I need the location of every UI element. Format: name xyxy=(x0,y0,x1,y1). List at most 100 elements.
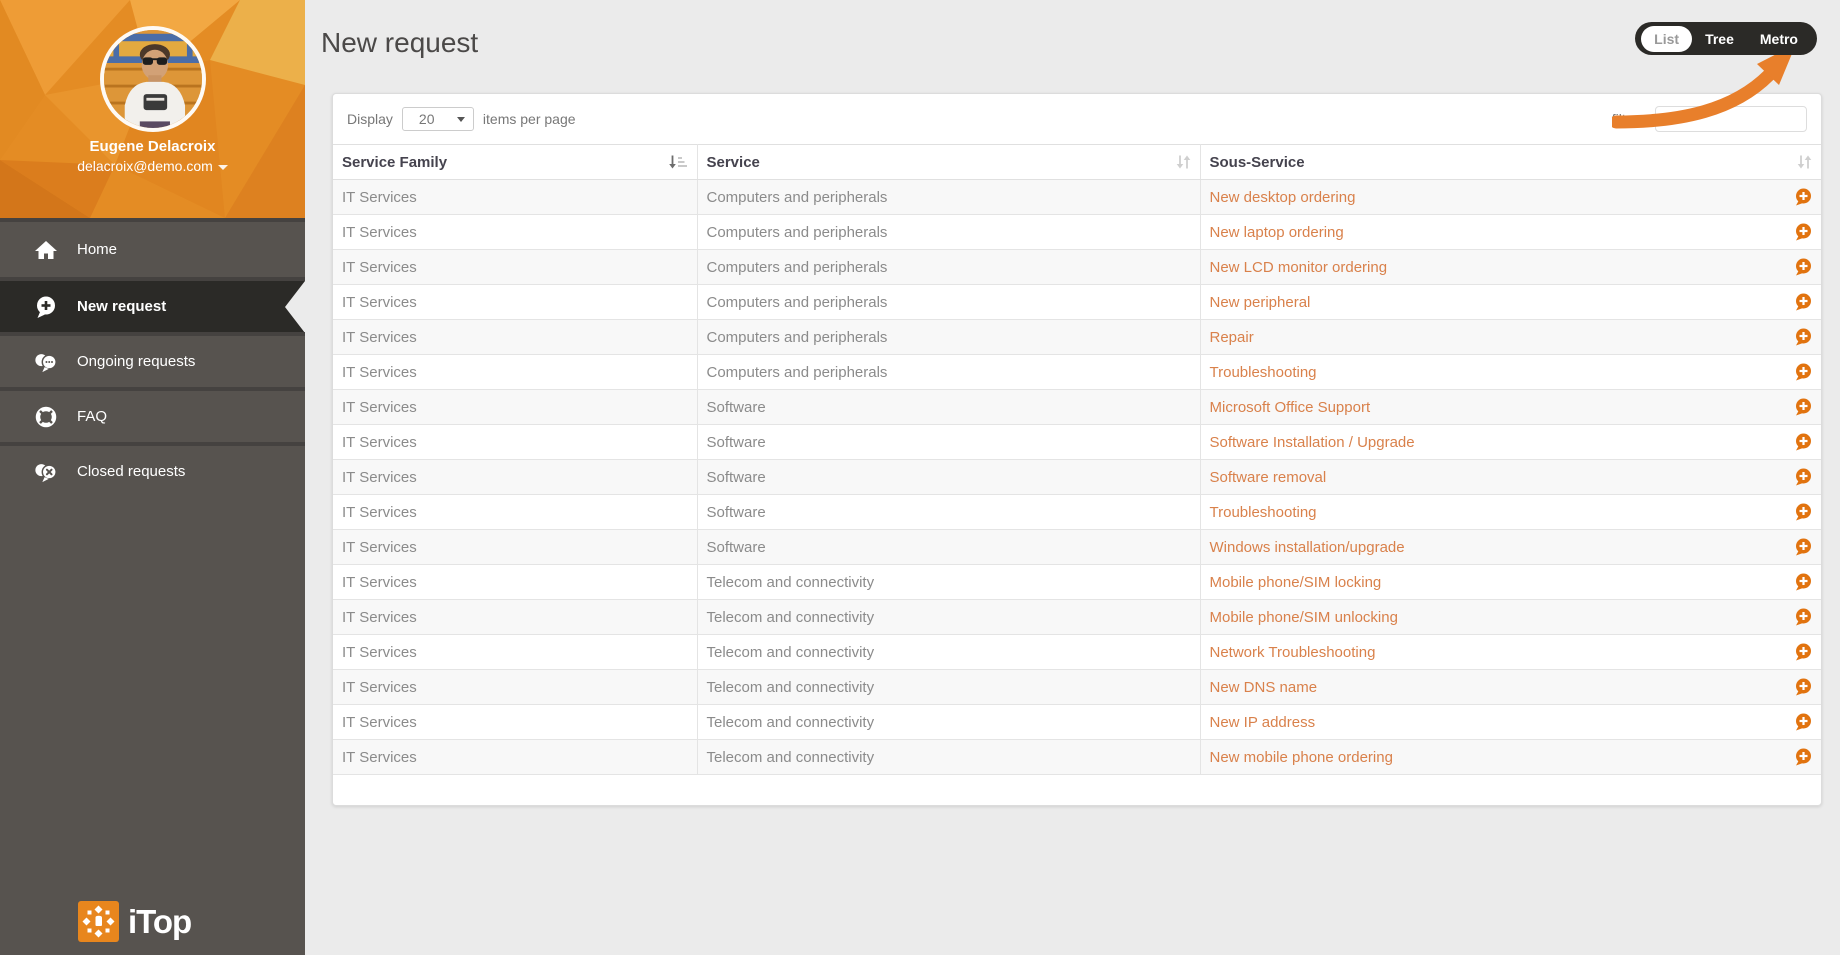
sidebar-item-label: New request xyxy=(77,298,166,315)
cell-service: Computers and peripherals xyxy=(697,355,1200,390)
itop-logo-text: iTop xyxy=(128,903,191,941)
cell-service-family: IT Services xyxy=(333,250,697,285)
ongoing-requests-icon xyxy=(34,350,58,374)
cell-service: Software xyxy=(697,425,1200,460)
cell-service-family: IT Services xyxy=(333,670,697,705)
cell-service-family: IT Services xyxy=(333,565,697,600)
user-name: Eugene Delacroix xyxy=(0,138,305,155)
add-request-icon[interactable] xyxy=(1794,608,1812,626)
cell-sous-service: Troubleshooting xyxy=(1200,355,1821,390)
view-toggle-tree[interactable]: Tree xyxy=(1692,26,1747,52)
cell-sous-service: Software Installation / Upgrade xyxy=(1200,425,1821,460)
cell-sous-service: Software removal xyxy=(1200,460,1821,495)
table-row: IT Services Computers and peripherals Ne… xyxy=(333,250,1821,285)
sous-service-link[interactable]: Software Installation / Upgrade xyxy=(1210,434,1415,451)
sous-service-link[interactable]: New peripheral xyxy=(1210,294,1311,311)
cell-service: Software xyxy=(697,495,1200,530)
filter-input[interactable] xyxy=(1655,106,1807,132)
page-title: New request xyxy=(321,27,478,59)
sidebar-item-faq[interactable]: FAQ xyxy=(0,387,305,442)
cell-sous-service: New LCD monitor ordering xyxy=(1200,250,1821,285)
cell-sous-service: New laptop ordering xyxy=(1200,215,1821,250)
sous-service-link[interactable]: New mobile phone ordering xyxy=(1210,749,1393,766)
table-row: IT Services Computers and peripherals Re… xyxy=(333,320,1821,355)
user-profile: Eugene Delacroix delacroix@demo.com xyxy=(0,0,305,218)
table-row: IT Services Software Microsoft Office Su… xyxy=(333,390,1821,425)
cell-service-family: IT Services xyxy=(333,215,697,250)
cell-service: Software xyxy=(697,530,1200,565)
select-caret-icon xyxy=(457,117,465,122)
sous-service-link[interactable]: New DNS name xyxy=(1210,679,1318,696)
sidebar-item-label: FAQ xyxy=(77,408,107,425)
sidebar-item-home[interactable]: Home xyxy=(0,222,305,277)
add-request-icon[interactable] xyxy=(1794,573,1812,591)
new-request-icon xyxy=(34,295,58,319)
sous-service-link[interactable]: Troubleshooting xyxy=(1210,504,1317,521)
add-request-icon[interactable] xyxy=(1794,223,1812,241)
add-request-icon[interactable] xyxy=(1794,643,1812,661)
sous-service-link[interactable]: Mobile phone/SIM locking xyxy=(1210,574,1382,591)
sous-service-link[interactable]: New laptop ordering xyxy=(1210,224,1344,241)
table-row: IT Services Software Software removal xyxy=(333,460,1821,495)
add-request-icon[interactable] xyxy=(1794,678,1812,696)
column-header-sous-service[interactable]: Sous-Service xyxy=(1200,145,1821,180)
cell-sous-service: Troubleshooting xyxy=(1200,495,1821,530)
sidebar-item-label: Closed requests xyxy=(77,463,185,480)
add-request-icon[interactable] xyxy=(1794,748,1812,766)
cell-service-family: IT Services xyxy=(333,355,697,390)
items-per-page-select[interactable]: 20 xyxy=(402,107,474,131)
column-header-service[interactable]: Service xyxy=(697,145,1200,180)
sidebar-item-new-request[interactable]: New request xyxy=(0,277,305,332)
sous-service-link[interactable]: Windows installation/upgrade xyxy=(1210,539,1405,556)
cell-service-family: IT Services xyxy=(333,530,697,565)
sous-service-link[interactable]: New LCD monitor ordering xyxy=(1210,259,1388,276)
cell-service-family: IT Services xyxy=(333,320,697,355)
table-row: IT Services Telecom and connectivity New… xyxy=(333,705,1821,740)
cell-service-family: IT Services xyxy=(333,740,697,775)
sous-service-link[interactable]: Troubleshooting xyxy=(1210,364,1317,381)
add-request-icon[interactable] xyxy=(1794,293,1812,311)
sous-service-link[interactable]: Mobile phone/SIM unlocking xyxy=(1210,609,1398,626)
column-header-label: Sous-Service xyxy=(1210,154,1305,171)
sous-service-link[interactable]: Software removal xyxy=(1210,469,1327,486)
cell-service: Software xyxy=(697,390,1200,425)
view-toggle-metro[interactable]: Metro xyxy=(1747,26,1811,52)
cell-sous-service: Windows installation/upgrade xyxy=(1200,530,1821,565)
add-request-icon[interactable] xyxy=(1794,433,1812,451)
cell-service-family: IT Services xyxy=(333,460,697,495)
cell-service: Computers and peripherals xyxy=(697,180,1200,215)
sidebar-item-label: Ongoing requests xyxy=(77,353,195,370)
sous-service-link[interactable]: Network Troubleshooting xyxy=(1210,644,1376,661)
sous-service-link[interactable]: New desktop ordering xyxy=(1210,189,1356,206)
sous-service-link[interactable]: Repair xyxy=(1210,329,1254,346)
cell-service: Telecom and connectivity xyxy=(697,670,1200,705)
display-label: Display xyxy=(347,111,393,127)
add-request-icon[interactable] xyxy=(1794,468,1812,486)
table-row: IT Services Computers and peripherals Ne… xyxy=(333,285,1821,320)
add-request-icon[interactable] xyxy=(1794,503,1812,521)
add-request-icon[interactable] xyxy=(1794,713,1812,731)
user-email-dropdown[interactable]: delacroix@demo.com xyxy=(0,158,305,174)
add-request-icon[interactable] xyxy=(1794,188,1812,206)
table-row: IT Services Telecom and connectivity Mob… xyxy=(333,600,1821,635)
user-email: delacroix@demo.com xyxy=(77,158,213,174)
add-request-icon[interactable] xyxy=(1794,328,1812,346)
request-catalog-panel: Display 20 items per page filter : Servi… xyxy=(332,93,1822,806)
column-header-service-family[interactable]: Service Family xyxy=(333,145,697,180)
sous-service-link[interactable]: New IP address xyxy=(1210,714,1316,731)
add-request-icon[interactable] xyxy=(1794,538,1812,556)
add-request-icon[interactable] xyxy=(1794,363,1812,381)
table-row: IT Services Computers and peripherals Tr… xyxy=(333,355,1821,390)
sidebar-item-ongoing-requests[interactable]: Ongoing requests xyxy=(0,332,305,387)
add-request-icon[interactable] xyxy=(1794,398,1812,416)
sidebar-menu: Home New request xyxy=(0,218,305,497)
sous-service-link[interactable]: Microsoft Office Support xyxy=(1210,399,1371,416)
view-toggle-list[interactable]: List xyxy=(1641,26,1692,52)
cell-sous-service: Mobile phone/SIM unlocking xyxy=(1200,600,1821,635)
add-request-icon[interactable] xyxy=(1794,258,1812,276)
cell-sous-service: Mobile phone/SIM locking xyxy=(1200,565,1821,600)
table-row: IT Services Software Windows installatio… xyxy=(333,530,1821,565)
table-row: IT Services Telecom and connectivity New… xyxy=(333,740,1821,775)
table-row: IT Services Software Troubleshooting xyxy=(333,495,1821,530)
sidebar-item-closed-requests[interactable]: Closed requests xyxy=(0,442,305,497)
